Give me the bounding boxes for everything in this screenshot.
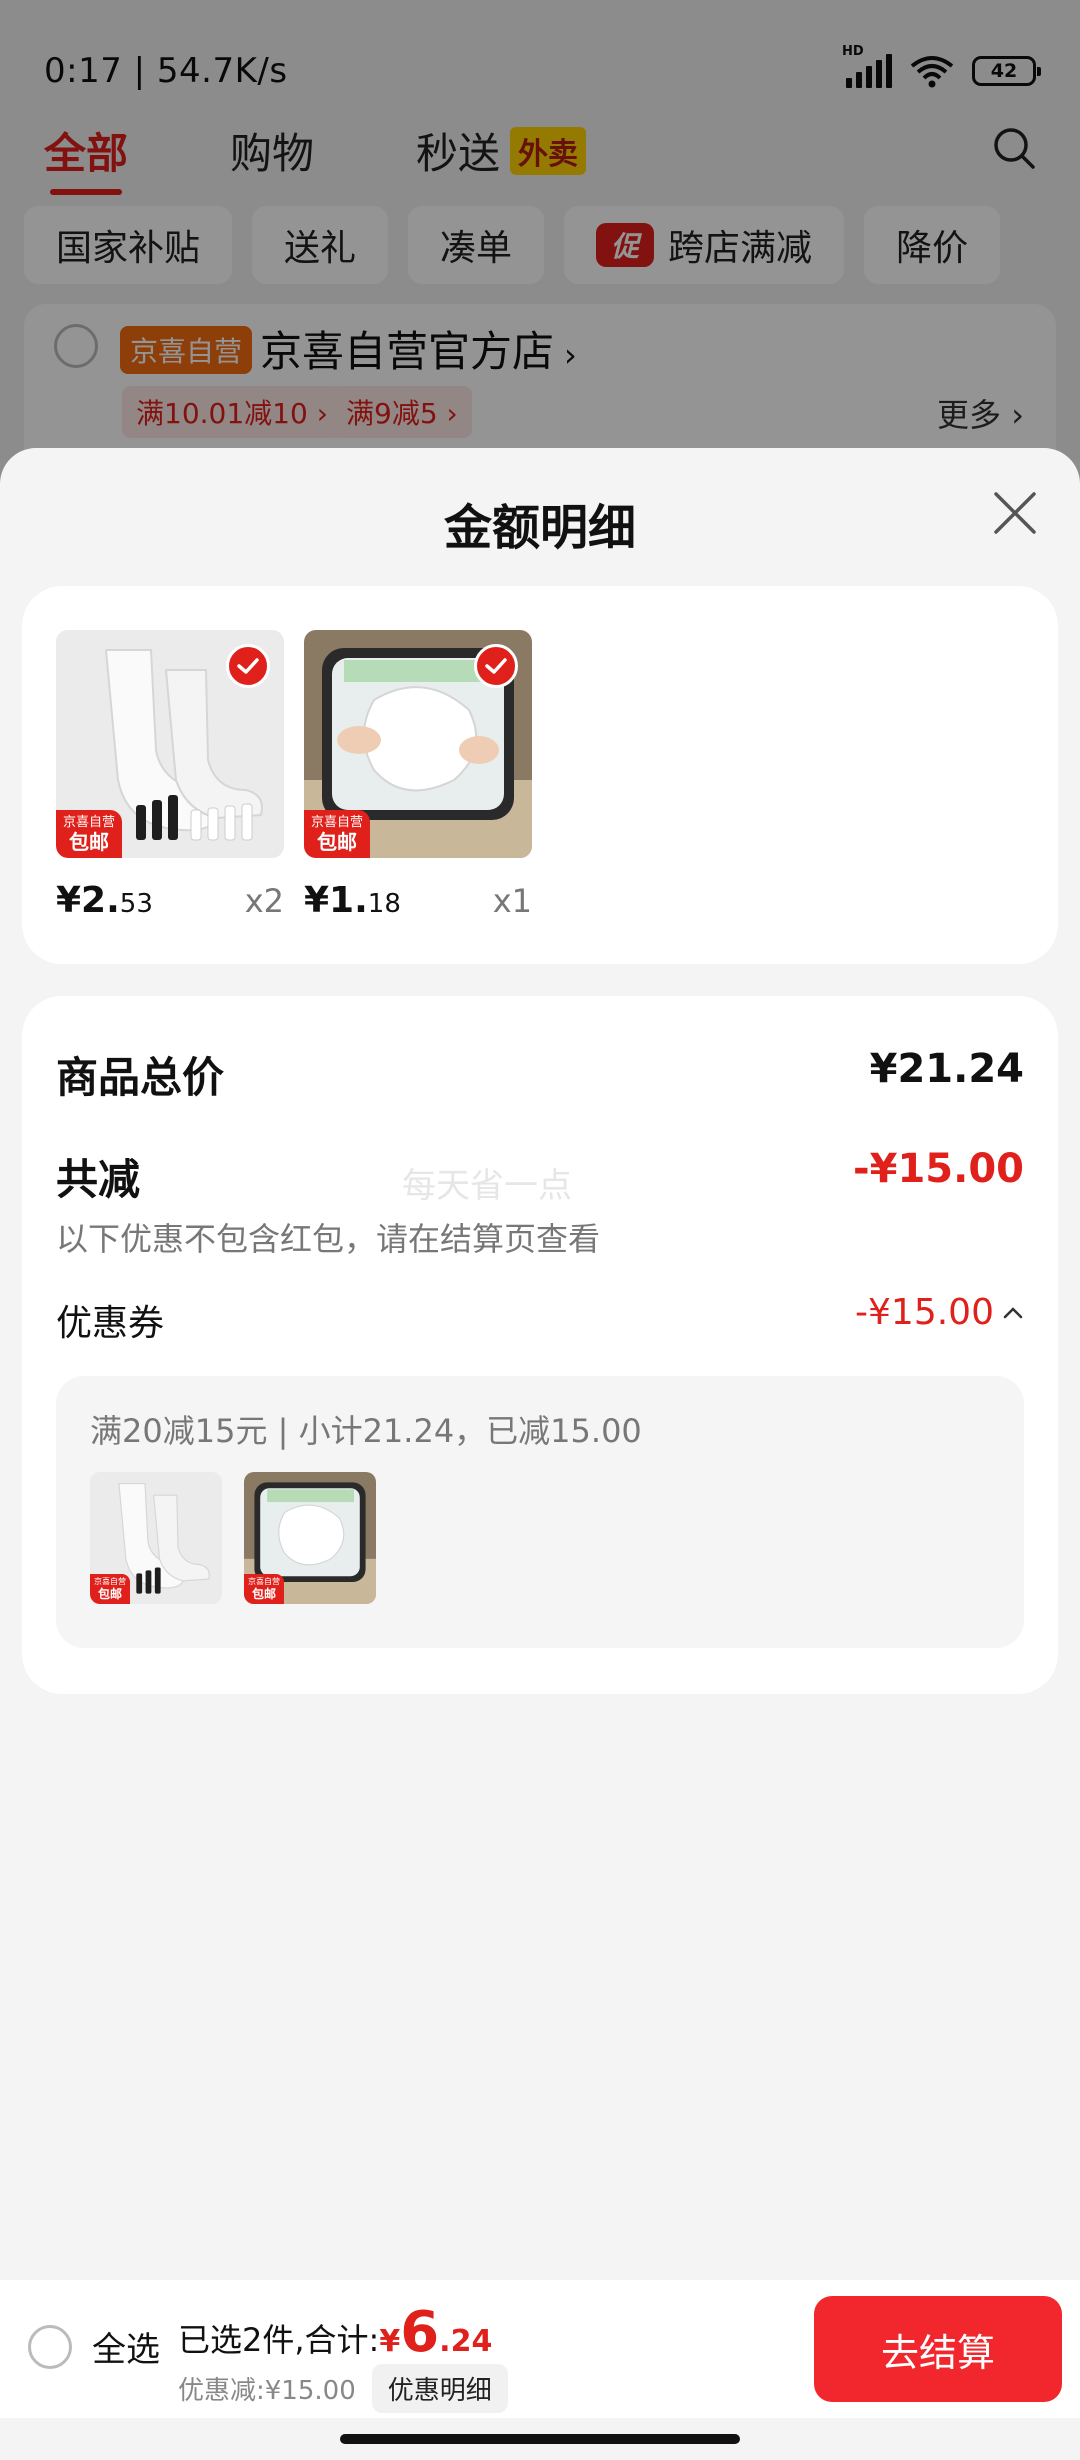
price-decimal: 53 <box>119 889 153 919</box>
total-decimal: .24 <box>439 2324 493 2359</box>
coupon-description: 满20减15元 | 小计21.24，已减15.00 <box>90 1412 642 1450</box>
checkout-button[interactable]: 去结算 <box>814 2296 1062 2402</box>
free-shipping-badge: 京喜自营 包邮 <box>244 1574 284 1604</box>
selected-count-text: 已选2件,合计: <box>178 2321 380 2359</box>
badge-line: 包邮 <box>251 1587 276 1601</box>
total-amount: ¥6.24 <box>379 2300 492 2365</box>
discount-total-label: 共减 <box>56 1155 141 1204</box>
coupon-product-thumb: 京喜自营 包邮 <box>244 1472 376 1604</box>
total-price-label: 商品总价 <box>56 1053 225 1102</box>
price-decimal: 18 <box>367 889 401 919</box>
checked-icon <box>474 644 518 688</box>
badge-line: 包邮 <box>317 830 357 854</box>
total-price-value: ¥21.24 <box>869 1046 1024 1092</box>
price-integer: ¥2. <box>56 880 120 921</box>
free-shipping-badge: 京喜自营 包邮 <box>56 810 122 858</box>
product-item[interactable]: 京喜自营 包邮 ¥2.53 x2 <box>56 630 284 921</box>
coupon-label: 优惠券 <box>56 1303 165 1344</box>
badge-line: 京喜自营 <box>62 815 115 830</box>
select-all-radio[interactable] <box>28 2324 72 2369</box>
discount-note: 以下优惠不包含红包，请在结算页查看 <box>56 1220 601 1258</box>
product-price: ¥2.53 <box>56 880 153 921</box>
home-indicator[interactable] <box>340 2434 740 2444</box>
badge-line: 京喜自营 <box>310 815 363 830</box>
product-image: 京喜自营 包邮 <box>304 630 532 858</box>
badge-line: 包邮 <box>69 830 109 854</box>
checkout-bar: 全选 已选2件,合计: ¥6.24 优惠减:¥15.00 优惠明细 去结算 <box>0 2280 1080 2418</box>
watermark-text: 每天省一点 <box>402 1166 572 1206</box>
badge-line: 京喜自营 <box>248 1577 280 1586</box>
coupon-product-thumb: 京喜自营 包邮 <box>90 1472 222 1604</box>
selected-products-card: 京喜自营 包邮 ¥2.53 x2 京喜自营 包邮 ¥1.18 x1 <box>22 586 1058 964</box>
product-quantity: x1 <box>492 882 532 920</box>
discount-total-value: -¥15.00 <box>853 1146 1024 1192</box>
product-price-row: ¥2.53 x2 <box>56 880 284 921</box>
total-summary: 已选2件,合计: ¥6.24 <box>178 2300 492 2365</box>
select-all-label: 全选 <box>92 2330 160 2370</box>
discount-text: 优惠减:¥15.00 <box>178 2376 356 2406</box>
product-image: 京喜自营 包邮 <box>56 630 284 858</box>
coupon-value: -¥15.00 <box>855 1292 994 1333</box>
discount-summary: 优惠减:¥15.00 优惠明细 <box>178 2364 508 2413</box>
coupon-detail-box: 满20减15元 | 小计21.24，已减15.00 京喜自营 包邮 京喜自营 包… <box>56 1376 1024 1648</box>
discount-detail-button[interactable]: 优惠明细 <box>371 2364 508 2413</box>
coupon-toggle[interactable]: -¥15.00 <box>855 1292 1024 1333</box>
close-icon[interactable] <box>990 488 1040 538</box>
badge-line: 京喜自营 <box>94 1577 126 1586</box>
product-item[interactable]: 京喜自营 包邮 ¥1.18 x1 <box>304 630 532 921</box>
free-shipping-badge: 京喜自营 包邮 <box>90 1574 130 1604</box>
badge-line: 包邮 <box>97 1587 122 1601</box>
chevron-up-icon <box>1003 1306 1023 1318</box>
product-price: ¥1.18 <box>304 880 401 921</box>
sheet-title: 金额明细 <box>443 500 636 556</box>
currency-symbol: ¥ <box>379 2324 401 2359</box>
product-price-row: ¥1.18 x1 <box>304 880 532 921</box>
select-all-toggle[interactable]: 全选 <box>28 2322 160 2371</box>
checked-icon <box>226 644 270 688</box>
product-quantity: x2 <box>244 882 284 920</box>
total-integer: 6 <box>400 2300 440 2365</box>
amount-detail-sheet: 金额明细 京喜自营 包邮 ¥2.53 x2 京喜自营 包邮 ¥1.18 x1 商… <box>0 448 1080 2460</box>
price-integer: ¥1. <box>304 880 368 921</box>
free-shipping-badge: 京喜自营 包邮 <box>304 810 370 858</box>
price-summary-card: 商品总价 ¥21.24 每天省一点 共减 -¥15.00 以下优惠不包含红包，请… <box>22 996 1058 1694</box>
